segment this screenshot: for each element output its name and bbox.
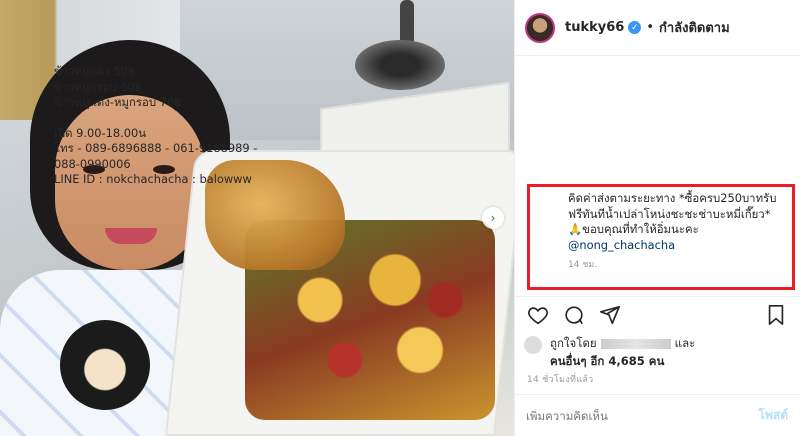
caption: ข้าวหมูแดง 50฿ ข้าวหมูกรอบ 60฿ ข้าวหมูแด… — [54, 64, 280, 188]
mention-link[interactable]: @nong_chachacha — [568, 238, 790, 254]
post-header: tukky66 ✓ • กำลังติดตาม — [515, 0, 800, 56]
likes-text: ถูกใจโดย และ คนอื่นๆ อีก 4,685 คน — [550, 334, 695, 370]
caption-line: 🙏ขอบคุณที่ทำให้อิ่มนะคะ — [568, 222, 699, 236]
caption-gap — [54, 111, 280, 126]
caption-line: ข้าวหมูแดง-หมูกรอบ 70฿ — [54, 95, 182, 109]
avatar[interactable] — [525, 12, 555, 43]
liker-username-blurred[interactable] — [600, 338, 671, 349]
caption-line: ข้าวหมูแดง 50฿ — [54, 64, 136, 78]
separator-dot: • — [646, 20, 654, 35]
action-bar — [514, 296, 800, 332]
person-smile — [105, 228, 157, 244]
post-timestamp[interactable]: 14 ชั่วโมงที่แล้ว — [527, 372, 594, 386]
verified-badge-icon: ✓ — [628, 21, 642, 34]
comment-icon[interactable] — [562, 303, 586, 327]
instagram-post: › tukky66 ✓ • กำลังติดตาม ข้าวหมูแดง 50฿… — [0, 0, 800, 436]
likes-summary: ถูกใจโดย และ คนอื่นๆ อีก 4,685 คน — [524, 334, 794, 370]
likes-suffix: และ — [674, 336, 696, 350]
caption-line: คิดค่าส่งตามระยะทาง *ซื้อครบ250บาทรับ — [568, 191, 777, 205]
following-button[interactable]: กำลังติดตาม — [659, 17, 730, 38]
caption-timestamp: 14 ชม. — [568, 260, 598, 270]
post-comment-button[interactable]: โพสต์ — [759, 406, 788, 425]
bookmark-icon[interactable] — [764, 303, 788, 327]
caption-line: 088-0990006 — [54, 156, 131, 171]
heart-icon[interactable] — [526, 303, 550, 327]
caption-line: ฟรีทันทีน้ำเปล่าโหน่งชะชะช่าบะหมี่เกี๊ยว… — [568, 206, 771, 221]
shirt-print — [60, 320, 150, 410]
caption-line: ข้าวหมูกรอบ 60฿ — [54, 79, 143, 94]
username-link[interactable]: tukky66 — [565, 20, 624, 35]
caption-line: LINE ID : nokchachacha : balowww — [54, 172, 252, 186]
caption-line: โทร - 089-6896888 - 061-9188989 - — [54, 141, 258, 155]
background-sink — [355, 40, 445, 90]
liker-avatar[interactable] — [524, 336, 542, 354]
comment-bar: โพสต์ — [514, 394, 800, 436]
comment-input[interactable] — [526, 408, 759, 423]
highlighted-caption: คิดค่าส่งตามระยะทาง *ซื้อครบ250บาทรับ ฟร… — [568, 191, 790, 274]
likes-count-link[interactable]: คนอื่นๆ อีก 4,685 คน — [550, 354, 664, 368]
likes-prefix: ถูกใจโดย — [550, 336, 597, 350]
share-icon[interactable] — [598, 303, 622, 327]
chevron-right-icon[interactable]: › — [482, 207, 504, 229]
caption-line: เปิด 9.00-18.00น — [54, 125, 147, 140]
